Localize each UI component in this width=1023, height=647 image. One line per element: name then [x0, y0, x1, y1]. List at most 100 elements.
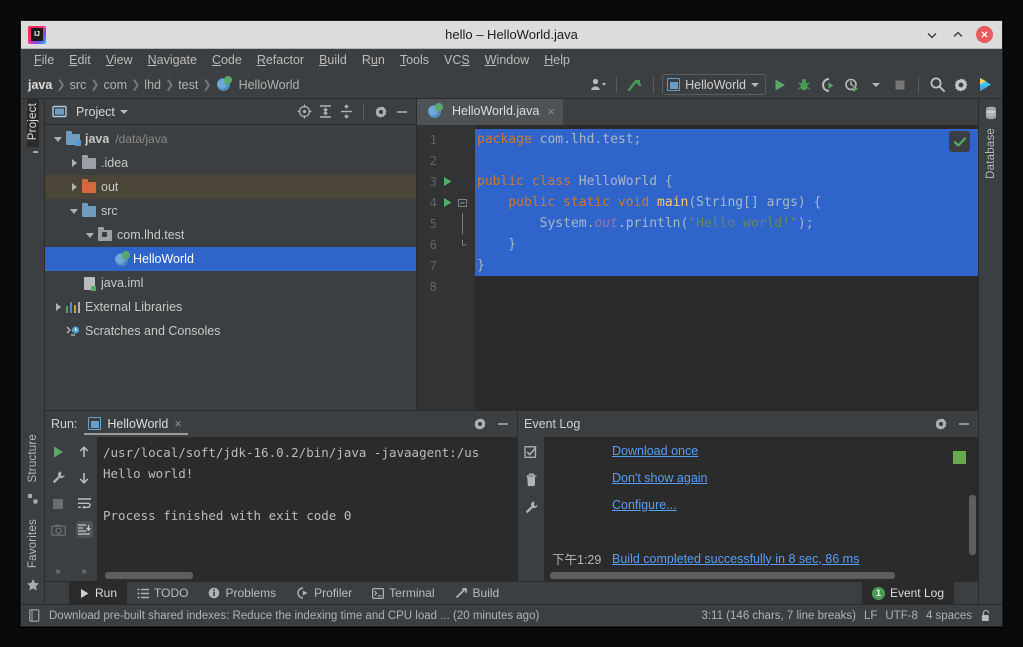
minimize-button[interactable] — [924, 27, 940, 43]
ide-features-icon[interactable] — [975, 75, 995, 95]
tree-row-iml[interactable]: java.iml — [45, 271, 416, 295]
debug-icon[interactable] — [794, 75, 814, 95]
tab-build[interactable]: Build — [445, 582, 510, 604]
up-arrow-icon[interactable] — [76, 443, 93, 460]
tree-row-scratches[interactable]: Scratches and Consoles — [45, 319, 416, 343]
twisty-closed-icon[interactable] — [67, 183, 81, 191]
breadcrumb-src[interactable]: src — [70, 78, 87, 92]
menu-build[interactable]: Build — [312, 51, 354, 69]
line-separator[interactable]: LF — [864, 610, 877, 622]
menu-window[interactable]: Window — [478, 51, 536, 69]
menu-help[interactable]: Help — [537, 51, 577, 69]
rerun-icon[interactable] — [50, 443, 67, 460]
file-encoding[interactable]: UTF-8 — [885, 610, 918, 622]
sidebar-item-database[interactable]: Database — [985, 124, 997, 186]
menu-vcs[interactable]: VCS — [437, 51, 477, 69]
run-icon[interactable] — [770, 75, 790, 95]
twisty-open-icon[interactable] — [83, 232, 97, 238]
tree-row-idea[interactable]: .idea — [45, 151, 416, 175]
menu-edit[interactable]: Edit — [62, 51, 98, 69]
down-arrow-icon[interactable] — [76, 469, 93, 486]
settings-gear-icon[interactable] — [373, 104, 389, 120]
run-configuration-selector[interactable]: HelloWorld — [662, 74, 766, 95]
search-everywhere-icon[interactable] — [927, 75, 947, 95]
expand-all-icon[interactable] — [317, 104, 333, 120]
menu-run[interactable]: Run — [355, 51, 392, 69]
settings-gear-icon[interactable] — [951, 75, 971, 95]
mark-read-icon[interactable] — [523, 443, 540, 460]
maximize-button[interactable] — [950, 27, 966, 43]
status-message[interactable]: Download pre-built shared indexes: Reduc… — [49, 610, 539, 622]
menu-code[interactable]: Code — [205, 51, 249, 69]
fold-minus-icon[interactable] — [457, 198, 469, 208]
tab-problems[interactable]: Problems — [198, 582, 286, 604]
code-editor[interactable]: 1 2 3 4 5 6 7 8 package com.lhd.test; pu… — [417, 125, 978, 410]
close-icon[interactable]: × — [547, 104, 555, 119]
sidebar-item-favorites[interactable]: Favorites — [27, 515, 39, 575]
caret-position[interactable]: 3:11 (146 chars, 7 line breaks) — [701, 610, 855, 622]
code-text[interactable]: package com.lhd.test; public class Hello… — [475, 125, 978, 410]
twisty-closed-icon[interactable] — [67, 159, 81, 167]
screenshot-icon[interactable] — [50, 521, 67, 538]
menu-file[interactable]: File — [27, 51, 61, 69]
tab-event-log[interactable]: 1 Event Log — [861, 582, 954, 604]
twisty-open-icon[interactable] — [51, 136, 65, 142]
run-console-output[interactable]: /usr/local/soft/jdk-16.0.2/bin/java -jav… — [97, 437, 517, 581]
breadcrumb-helloworld[interactable]: HelloWorld — [239, 78, 300, 92]
event-link-configure[interactable]: Configure... — [612, 498, 677, 512]
run-tab-helloworld[interactable]: HelloWorld × — [84, 414, 188, 435]
hide-icon[interactable] — [956, 416, 972, 432]
more-icon[interactable]: » — [81, 566, 87, 581]
twisty-open-icon[interactable] — [67, 208, 81, 214]
wrench-icon[interactable] — [523, 499, 540, 516]
breadcrumb-test[interactable]: test — [178, 78, 198, 92]
menu-view[interactable]: View — [99, 51, 140, 69]
fold-end-icon[interactable] — [457, 239, 469, 250]
collapse-all-icon[interactable] — [338, 104, 354, 120]
run-gutter-icon[interactable] — [440, 176, 454, 187]
tree-row-helloworld[interactable]: HelloWorld — [45, 247, 416, 271]
chevron-down-icon[interactable] — [119, 109, 128, 114]
event-link-dont-show-again[interactable]: Don't show again — [612, 471, 708, 485]
settings-gear-icon[interactable] — [933, 416, 949, 432]
editor-tab-helloworld[interactable]: HelloWorld.java × — [417, 99, 563, 125]
edit-configuration-icon[interactable] — [50, 469, 67, 486]
event-link-build-completed[interactable]: Build completed successfully in 8 sec, 8… — [612, 552, 859, 566]
tree-row-package[interactable]: com.lhd.test — [45, 223, 416, 247]
tab-terminal[interactable]: Terminal — [362, 582, 444, 604]
tab-todo[interactable]: TODO — [127, 582, 198, 604]
tree-row-out[interactable]: out — [45, 175, 416, 199]
hide-icon[interactable] — [394, 104, 410, 120]
settings-gear-icon[interactable] — [472, 416, 488, 432]
soft-wrap-icon[interactable] — [76, 495, 93, 512]
select-opened-file-icon[interactable] — [296, 104, 312, 120]
checkmark-ok-icon[interactable] — [949, 131, 970, 152]
project-tree[interactable]: java /data/java .idea out src com.lhd.te… — [45, 125, 416, 410]
run-gutter-icon[interactable] — [440, 197, 454, 208]
close-icon[interactable]: × — [174, 417, 181, 431]
profiler-icon[interactable] — [842, 75, 862, 95]
chevron-down-icon[interactable] — [866, 75, 886, 95]
menu-tools[interactable]: Tools — [393, 51, 436, 69]
event-log-vertical-scrollbar[interactable] — [969, 495, 976, 555]
trash-icon[interactable] — [523, 471, 540, 488]
update-project-icon[interactable] — [625, 75, 645, 95]
notification-icon[interactable] — [29, 609, 41, 622]
event-log-horizontal-scrollbar[interactable] — [550, 572, 895, 579]
unlocked-icon[interactable] — [980, 609, 994, 622]
editor-gutter[interactable]: 1 2 3 4 5 6 7 8 — [417, 125, 475, 410]
scroll-to-end-icon[interactable] — [75, 521, 93, 538]
tab-profiler[interactable]: Profiler — [286, 582, 362, 604]
console-horizontal-scrollbar[interactable] — [105, 572, 193, 579]
menu-refactor[interactable]: Refactor — [250, 51, 311, 69]
hide-icon[interactable] — [495, 416, 511, 432]
user-avatar-icon[interactable] — [588, 75, 608, 95]
close-button[interactable] — [976, 26, 993, 43]
indent-setting[interactable]: 4 spaces — [926, 610, 972, 622]
more-icon[interactable]: » — [55, 566, 61, 581]
event-link-download-once[interactable]: Download once — [612, 444, 698, 458]
tab-run[interactable]: Run — [69, 582, 128, 604]
sidebar-item-structure[interactable]: Structure — [27, 430, 39, 489]
tree-row-java[interactable]: java /data/java — [45, 127, 416, 151]
breadcrumb-lhd[interactable]: lhd — [144, 78, 161, 92]
